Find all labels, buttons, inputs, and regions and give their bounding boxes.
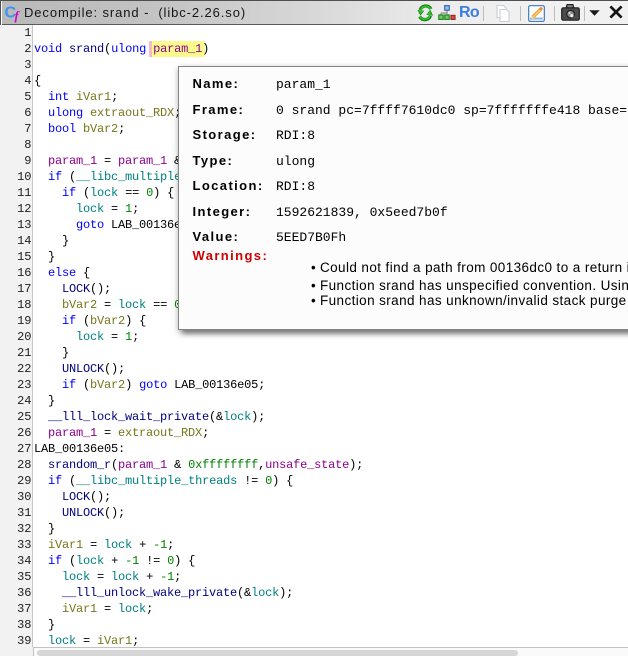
svg-text:f: f [15, 9, 21, 23]
